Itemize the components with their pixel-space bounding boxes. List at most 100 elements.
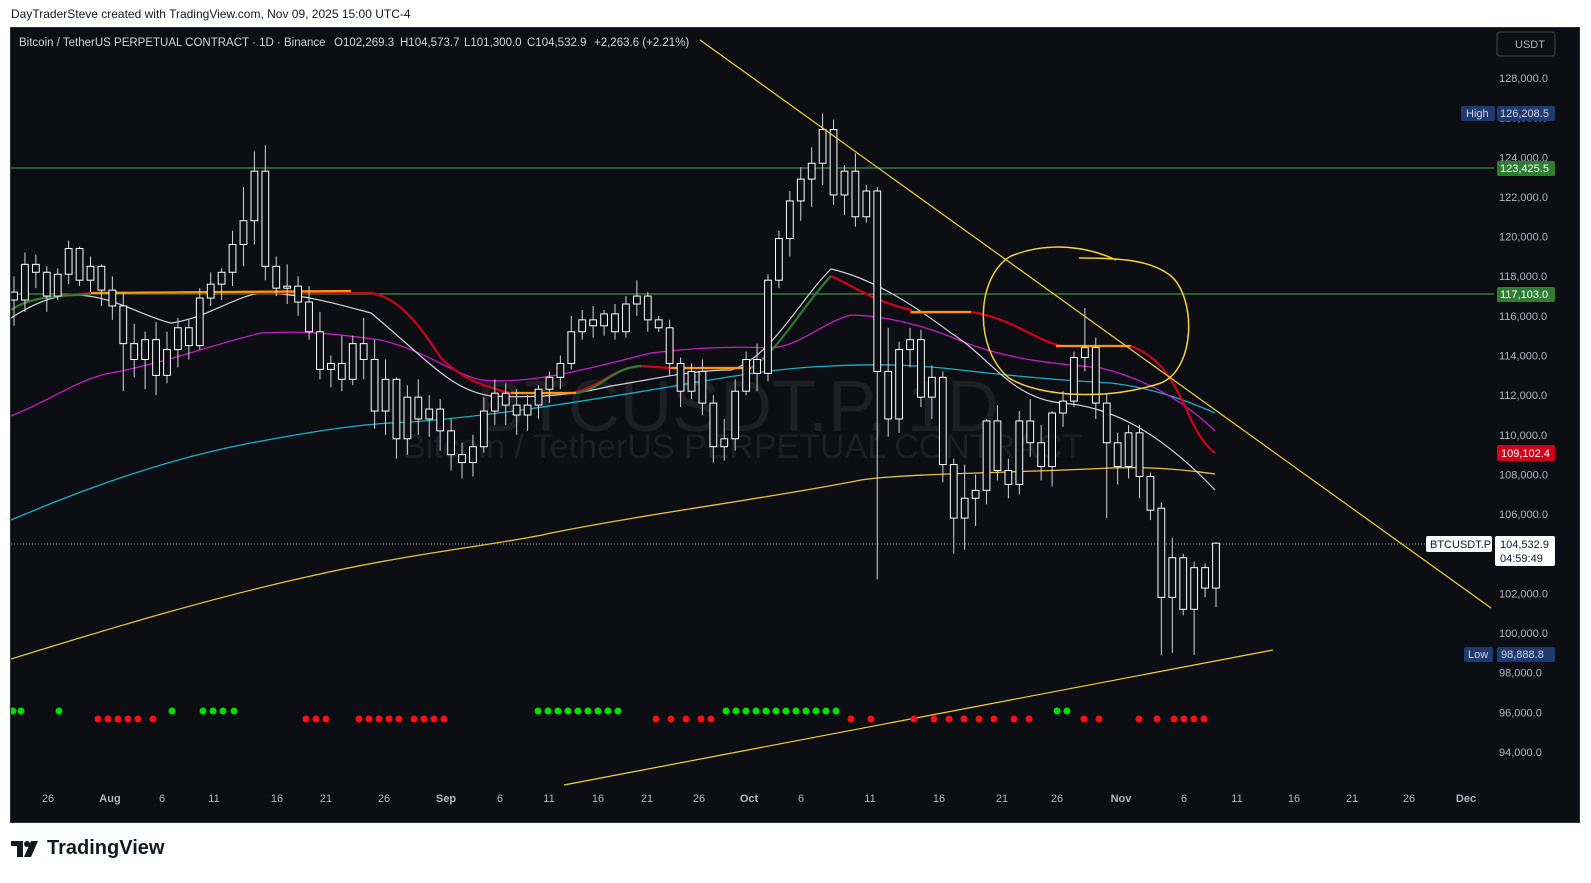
candle[interactable] bbox=[643, 292, 652, 332]
candle[interactable] bbox=[971, 474, 980, 527]
time-tick-label: 6 bbox=[159, 793, 165, 805]
candle[interactable] bbox=[742, 351, 751, 396]
candle[interactable] bbox=[97, 264, 106, 306]
candle[interactable] bbox=[764, 274, 772, 382]
candle-body-up bbox=[906, 339, 914, 351]
legend-open: O102,269.3 bbox=[334, 37, 394, 49]
candle[interactable] bbox=[130, 323, 139, 378]
candle[interactable] bbox=[829, 119, 838, 205]
candle[interactable] bbox=[163, 331, 171, 384]
candle[interactable] bbox=[152, 321, 160, 396]
currency-button-label[interactable]: USDT bbox=[1515, 39, 1545, 51]
candle[interactable] bbox=[949, 458, 958, 554]
candle[interactable] bbox=[64, 240, 73, 285]
candle[interactable] bbox=[327, 355, 335, 388]
candle[interactable] bbox=[1113, 432, 1122, 485]
candle[interactable] bbox=[1168, 537, 1177, 653]
candle[interactable] bbox=[840, 165, 849, 215]
candle[interactable] bbox=[228, 230, 237, 287]
candle[interactable] bbox=[119, 292, 128, 392]
time-axis[interactable]: 26 Aug 6 11 16 21 26 Sep 6 11 16 21 26 Oct 6 11 16 21 26 No… bbox=[42, 793, 1476, 805]
candle[interactable] bbox=[261, 145, 270, 281]
candle[interactable] bbox=[75, 246, 84, 287]
candle[interactable] bbox=[1146, 472, 1155, 521]
candle[interactable] bbox=[250, 151, 259, 245]
candle[interactable] bbox=[11, 276, 18, 326]
candle[interactable] bbox=[1179, 553, 1188, 616]
descending-trendline[interactable] bbox=[699, 39, 1492, 609]
candle[interactable] bbox=[348, 335, 357, 386]
candle[interactable] bbox=[1190, 561, 1199, 655]
candle[interactable] bbox=[1048, 411, 1056, 487]
candle[interactable] bbox=[1091, 337, 1100, 419]
chart-pane[interactable]: BTCUSDT.P, 1D Bitcoin / TetherUS PERPETU… bbox=[10, 27, 1580, 823]
candle[interactable] bbox=[1157, 502, 1166, 656]
candle[interactable] bbox=[1070, 351, 1078, 408]
candle-body-down bbox=[359, 343, 368, 360]
candle[interactable] bbox=[960, 464, 969, 550]
candle[interactable] bbox=[851, 153, 860, 227]
price-tick-label: 106,000.0 bbox=[1499, 509, 1548, 521]
candle[interactable] bbox=[807, 147, 816, 207]
legend-low: L101,300.0 bbox=[464, 37, 522, 49]
candle[interactable] bbox=[370, 339, 379, 429]
candle[interactable] bbox=[895, 341, 903, 433]
candle[interactable] bbox=[108, 276, 117, 320]
candle[interactable] bbox=[622, 296, 630, 338]
candle[interactable] bbox=[775, 230, 783, 289]
chart-canvas[interactable]: BTCUSDT.P, 1D Bitcoin / TetherUS PERPETU… bbox=[11, 28, 1580, 823]
candle[interactable] bbox=[796, 167, 805, 221]
candle[interactable] bbox=[31, 254, 40, 289]
candle[interactable] bbox=[239, 187, 248, 267]
buy-signal-dot bbox=[812, 707, 820, 715]
candle[interactable] bbox=[654, 315, 663, 332]
candle[interactable] bbox=[272, 256, 281, 297]
candle[interactable] bbox=[86, 256, 95, 293]
candle[interactable] bbox=[294, 276, 302, 316]
highlight-circle-drawing[interactable] bbox=[982, 246, 1190, 396]
candle[interactable] bbox=[1102, 393, 1111, 519]
candle[interactable] bbox=[195, 288, 204, 350]
candle[interactable] bbox=[392, 377, 401, 459]
candle[interactable] bbox=[206, 272, 215, 306]
candle[interactable] bbox=[567, 315, 576, 370]
candle[interactable] bbox=[42, 266, 51, 312]
candle-body-up bbox=[632, 295, 641, 305]
candle[interactable] bbox=[1124, 424, 1133, 479]
time-tick-label: 26 bbox=[42, 793, 54, 805]
candle[interactable] bbox=[906, 327, 914, 368]
candle[interactable] bbox=[611, 303, 619, 340]
candle[interactable] bbox=[862, 185, 871, 223]
candle[interactable] bbox=[1212, 542, 1220, 608]
buy-signal-dot bbox=[782, 707, 790, 715]
candle[interactable] bbox=[217, 268, 226, 301]
candle[interactable] bbox=[359, 317, 368, 380]
candle[interactable] bbox=[174, 317, 182, 368]
candle[interactable] bbox=[589, 305, 598, 338]
candle[interactable] bbox=[1015, 411, 1024, 495]
candle[interactable] bbox=[141, 331, 150, 390]
candle-body-down bbox=[75, 247, 84, 281]
candle[interactable] bbox=[982, 418, 991, 505]
candle[interactable] bbox=[578, 309, 587, 340]
candle-body-down bbox=[447, 430, 455, 456]
candle[interactable] bbox=[632, 280, 641, 316]
candle[interactable] bbox=[1135, 424, 1144, 499]
candle[interactable] bbox=[414, 379, 423, 435]
sell-signal-dot bbox=[322, 715, 330, 723]
candle[interactable] bbox=[917, 329, 925, 408]
candle[interactable] bbox=[337, 335, 346, 392]
buy-signal-dot bbox=[534, 707, 542, 715]
candle[interactable] bbox=[53, 268, 62, 301]
candle[interactable] bbox=[1201, 563, 1209, 598]
candle-body-down bbox=[294, 285, 302, 303]
candle[interactable] bbox=[818, 113, 827, 186]
candle-body-up bbox=[348, 343, 357, 380]
candle[interactable] bbox=[600, 309, 608, 336]
candle[interactable] bbox=[1059, 391, 1067, 427]
candle-body-down bbox=[709, 402, 718, 448]
candle[interactable] bbox=[283, 264, 292, 304]
candle[interactable] bbox=[316, 311, 324, 380]
candle[interactable] bbox=[785, 190, 794, 257]
tradingview-logo[interactable]: TradingView bbox=[11, 837, 164, 860]
